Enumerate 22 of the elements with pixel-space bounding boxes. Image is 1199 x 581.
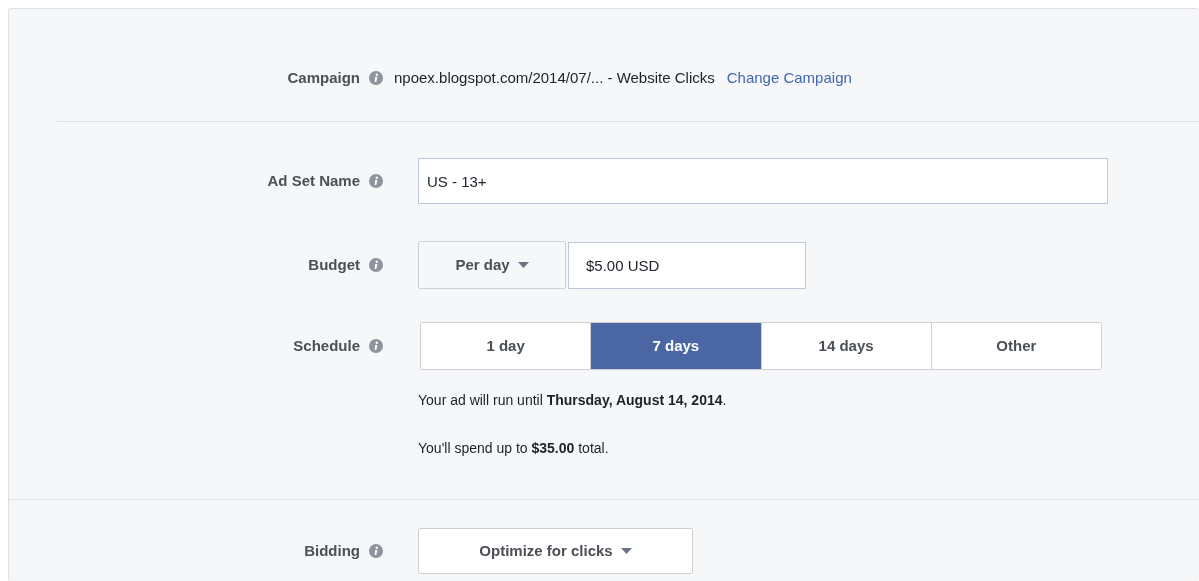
bidding-dropdown[interactable]: Optimize for clicks: [418, 528, 693, 574]
schedule-tab[interactable]: 7 days: [590, 323, 761, 369]
info-icon: [369, 174, 383, 188]
budget-period-dropdown[interactable]: Per day: [418, 241, 566, 289]
info-icon: [369, 258, 383, 272]
schedule-note: You'll spend up to $35.00 total.: [418, 439, 610, 458]
caret-icon: [517, 262, 529, 268]
field-label: Campaign: [287, 67, 360, 88]
field-label: Budget: [308, 254, 360, 275]
schedule-note: Your ad will run until Thursday, August 14, 2014.: [418, 391, 728, 410]
info-icon: [369, 339, 383, 353]
campaign-value: npoex.blogspot.com/2014/07/... - Website Clicks: [394, 67, 715, 88]
info-icon: [369, 544, 383, 558]
field-label: Ad Set Name: [267, 170, 360, 191]
field-label: Bidding: [304, 540, 360, 561]
budget-amount-field[interactable]: $5.00 USD: [568, 241, 806, 289]
ad-set-name-field[interactable]: US - 13+: [418, 158, 1108, 204]
info-icon: [369, 71, 383, 85]
caret-icon: [620, 548, 632, 554]
change-campaign-link[interactable]: Change Campaign: [726, 66, 852, 90]
field-label: Schedule: [293, 335, 360, 356]
schedule-tab[interactable]: Other: [930, 323, 1101, 369]
